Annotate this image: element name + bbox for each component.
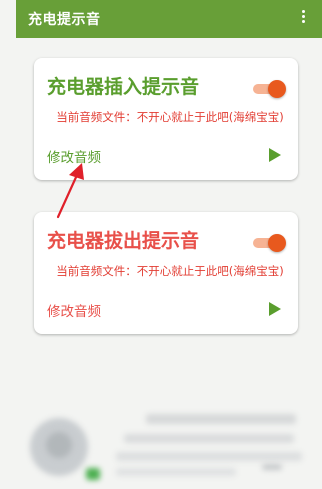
blurred-ad-banner (16, 392, 322, 489)
app-bar: 充电提示音 (16, 0, 322, 38)
toggle-thumb (268, 80, 286, 98)
current-audio-file-text: 当前音频文件：不开心就止于此吧(海绵宝宝) (56, 264, 284, 278)
card-plug-out-sound: 充电器拔出提示音 当前音频文件：不开心就止于此吧(海绵宝宝) 修改音频 (34, 212, 298, 334)
plug-out-toggle-switch[interactable] (250, 233, 286, 253)
toggle-thumb (268, 234, 286, 252)
current-audio-file-text: 当前音频文件：不开心就止于此吧(海绵宝宝) (56, 110, 284, 124)
app-title: 充电提示音 (28, 12, 101, 28)
card-title: 充电器拔出提示音 (47, 230, 200, 252)
plug-in-toggle-switch[interactable] (250, 79, 286, 99)
play-icon[interactable] (269, 148, 281, 162)
screen: 充电提示音 充电器插入提示音 当前音频文件：不开心就止于此吧(海绵宝宝) 修改音… (0, 0, 322, 489)
card-title: 充电器插入提示音 (47, 76, 200, 98)
play-icon[interactable] (269, 302, 281, 316)
more-vert-icon[interactable] (296, 8, 312, 28)
modify-audio-button[interactable]: 修改音频 (47, 300, 101, 320)
modify-audio-button[interactable]: 修改音频 (47, 146, 101, 166)
card-plug-in-sound: 充电器插入提示音 当前音频文件：不开心就止于此吧(海绵宝宝) 修改音频 (34, 58, 298, 180)
